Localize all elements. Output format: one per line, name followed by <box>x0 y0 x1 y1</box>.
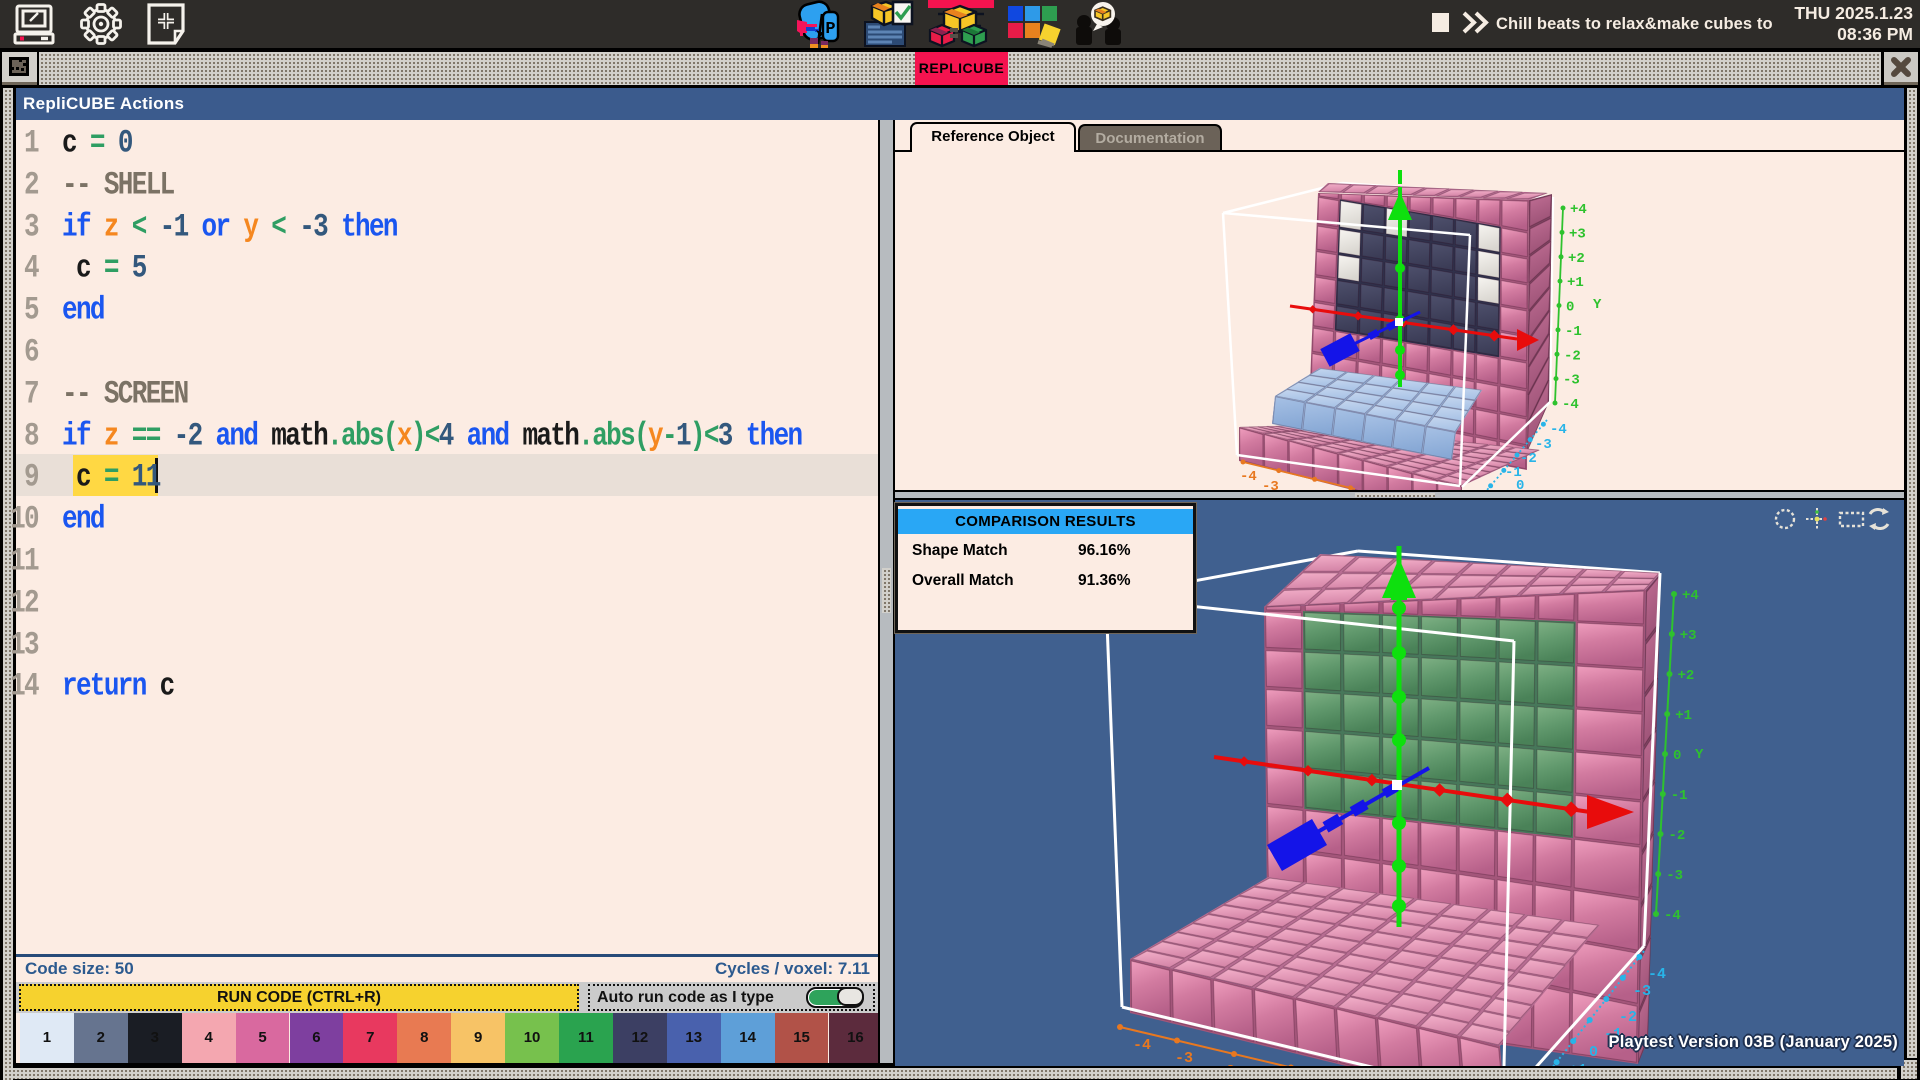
svg-text:-2: -2 <box>1669 828 1686 844</box>
svg-text:0: 0 <box>1566 300 1574 316</box>
svg-text:+2: +2 <box>1568 251 1585 267</box>
svg-text:+2: +2 <box>1678 668 1695 684</box>
svg-text:Y: Y <box>1593 297 1602 313</box>
svg-text:+1: +1 <box>1569 1062 1587 1066</box>
svg-text:Y: Y <box>1695 747 1704 763</box>
svg-text:-4: -4 <box>1562 397 1579 413</box>
svg-text:-1: -1 <box>1671 788 1688 804</box>
svg-text:+4: +4 <box>1570 202 1587 218</box>
svg-text:+3: +3 <box>1569 226 1586 242</box>
svg-text:-3: -3 <box>1633 983 1651 1000</box>
svg-text:-3: -3 <box>1262 479 1279 490</box>
svg-text:-3: -3 <box>1535 437 1552 453</box>
svg-text:0: 0 <box>1673 748 1681 764</box>
svg-text:-4: -4 <box>1664 908 1681 924</box>
svg-text:-4: -4 <box>1240 469 1257 485</box>
svg-text:-2: -2 <box>1564 348 1581 364</box>
svg-text:-3: -3 <box>1666 868 1683 884</box>
svg-text:0: 0 <box>1516 478 1524 490</box>
svg-text:-4: -4 <box>1133 1037 1151 1054</box>
svg-text:-4: -4 <box>1648 966 1666 983</box>
svg-text:+1: +1 <box>1675 708 1692 724</box>
svg-text:0: 0 <box>1589 1044 1598 1061</box>
svg-text:+3: +3 <box>1680 628 1697 644</box>
svg-text:-2: -2 <box>1217 1063 1235 1066</box>
svg-text:-3: -3 <box>1563 373 1580 389</box>
svg-text:-4: -4 <box>1550 422 1567 438</box>
svg-text:-2: -2 <box>1520 451 1537 467</box>
svg-text:+4: +4 <box>1682 588 1699 604</box>
svg-text:P: P <box>825 20 835 39</box>
svg-text:-1: -1 <box>1565 324 1582 340</box>
svg-text:+1: +1 <box>1567 275 1584 291</box>
svg-text:-2: -2 <box>1619 1009 1637 1026</box>
svg-text:-3: -3 <box>1175 1050 1193 1066</box>
